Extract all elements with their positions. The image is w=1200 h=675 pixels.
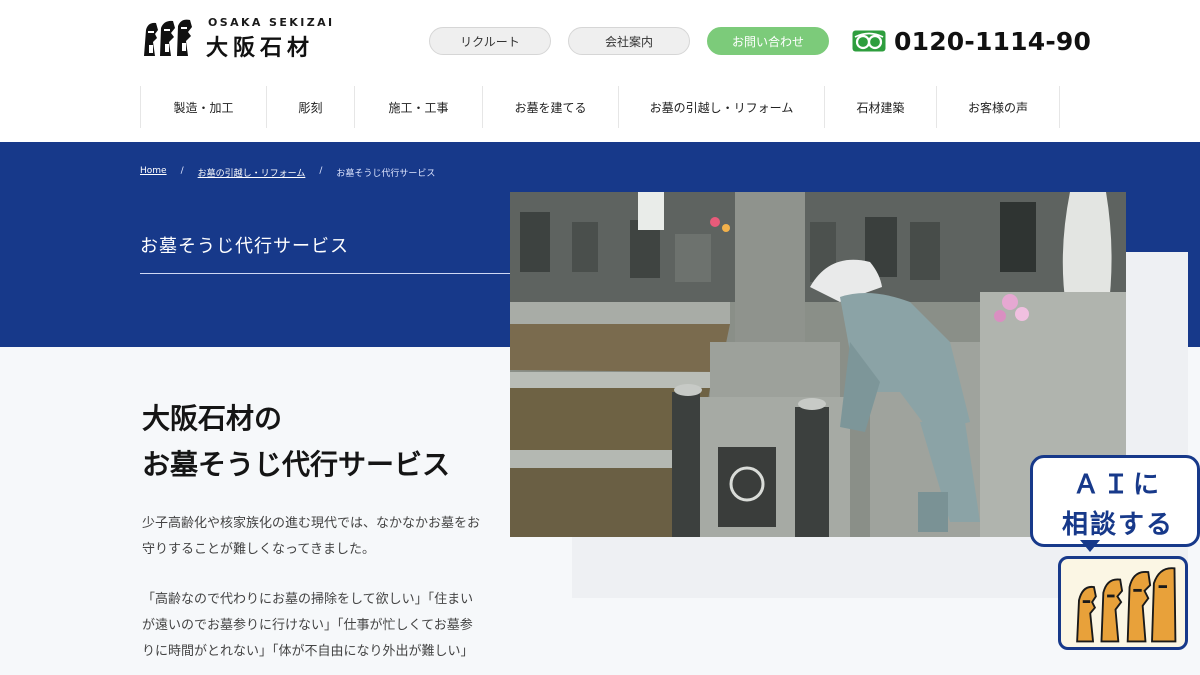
freedial-icon (852, 30, 886, 52)
moai-logo-icon (144, 19, 192, 57)
contact-button[interactable]: お問い合わせ (707, 27, 829, 55)
breadcrumb-current: お墓そうじ代行サービス (336, 169, 436, 179)
nav-item-stone-architecture[interactable]: 石材建築 (825, 86, 937, 128)
logo-kanji-text: 大阪石材 (206, 36, 315, 61)
paragraph-line: が遠いのでお墓参りに行けない」「仕事が忙しくてお墓参 (142, 618, 473, 633)
nav-item-build-grave[interactable]: お墓を建てる (483, 86, 619, 128)
breadcrumb-separator: / (180, 166, 184, 176)
title-underline (140, 273, 512, 274)
paragraph-line: 少子高齢化や核家族化の進む現代では、なかなかお墓をお (142, 516, 481, 531)
ai-consult-line1: ＡＩに (1072, 470, 1163, 500)
recruit-button[interactable]: リクルート (429, 27, 551, 55)
reasons-paragraph: 「高齢なので代わりにお墓の掃除をして欲しい」「住まい が遠いのでお墓参りに行けな… (142, 587, 494, 665)
paragraph-line: 「高齢なので代わりにお墓の掃除をして欲しい」「住まい (142, 592, 474, 607)
logo-latin-text: OSAKA SEKIZAI (208, 16, 335, 29)
nav-item-construction[interactable]: 施工・工事 (355, 86, 483, 128)
section-heading: 大阪石材の お墓そうじ代行サービス (142, 396, 450, 488)
nav-item-manufacturing[interactable]: 製造・加工 (141, 86, 267, 128)
main-nav: 製造・加工 彫刻 施工・工事 お墓を建てる お墓の引越し・リフォーム 石材建築 … (140, 86, 1060, 128)
page-title: お墓そうじ代行サービス (140, 236, 349, 257)
ai-consult-line2: 相談する (1061, 510, 1174, 540)
nav-item-testimonials[interactable]: お客様の声 (937, 86, 1060, 128)
phone-number: 0120-1114-90 (894, 26, 1092, 56)
section-heading-line: お墓そうじ代行サービス (142, 448, 451, 481)
site-logo[interactable]: OSAKA SEKIZAI 大阪石材 (140, 16, 340, 61)
section-heading-line: 大阪石材の (142, 402, 283, 435)
moai-character-icon (1076, 567, 1177, 643)
ai-bubble-tail (1080, 540, 1100, 552)
company-info-button[interactable]: 会社案内 (568, 27, 690, 55)
intro-paragraph: 少子高齢化や核家族化の進む現代では、なかなかお墓をお 守りすることが難しくなって… (142, 511, 494, 563)
breadcrumb-separator: / (319, 166, 323, 176)
phone-link[interactable]: 0120-1114-90 (852, 24, 1091, 58)
page: OSAKA SEKIZAI 大阪石材 リクルート 会社案内 お問い合わせ 012… (0, 0, 1200, 675)
paragraph-line: りに時間がとれない」「体が不自由になり外出が難しい」 (142, 644, 474, 659)
breadcrumb: Home / お墓の引越し・リフォーム / お墓そうじ代行サービス (140, 166, 435, 179)
ai-consult-bubble[interactable]: ＡＩに 相談する (1030, 455, 1200, 547)
nav-item-relocation-reform[interactable]: お墓の引越し・リフォーム (619, 86, 825, 128)
breadcrumb-parent[interactable]: お墓の引越し・リフォーム (198, 166, 306, 179)
breadcrumb-home[interactable]: Home (140, 166, 167, 179)
paragraph-line: 守りすることが難しくなってきました。 (142, 542, 375, 557)
moai-ai-icon[interactable] (1058, 556, 1188, 650)
nav-item-engraving[interactable]: 彫刻 (267, 86, 355, 128)
